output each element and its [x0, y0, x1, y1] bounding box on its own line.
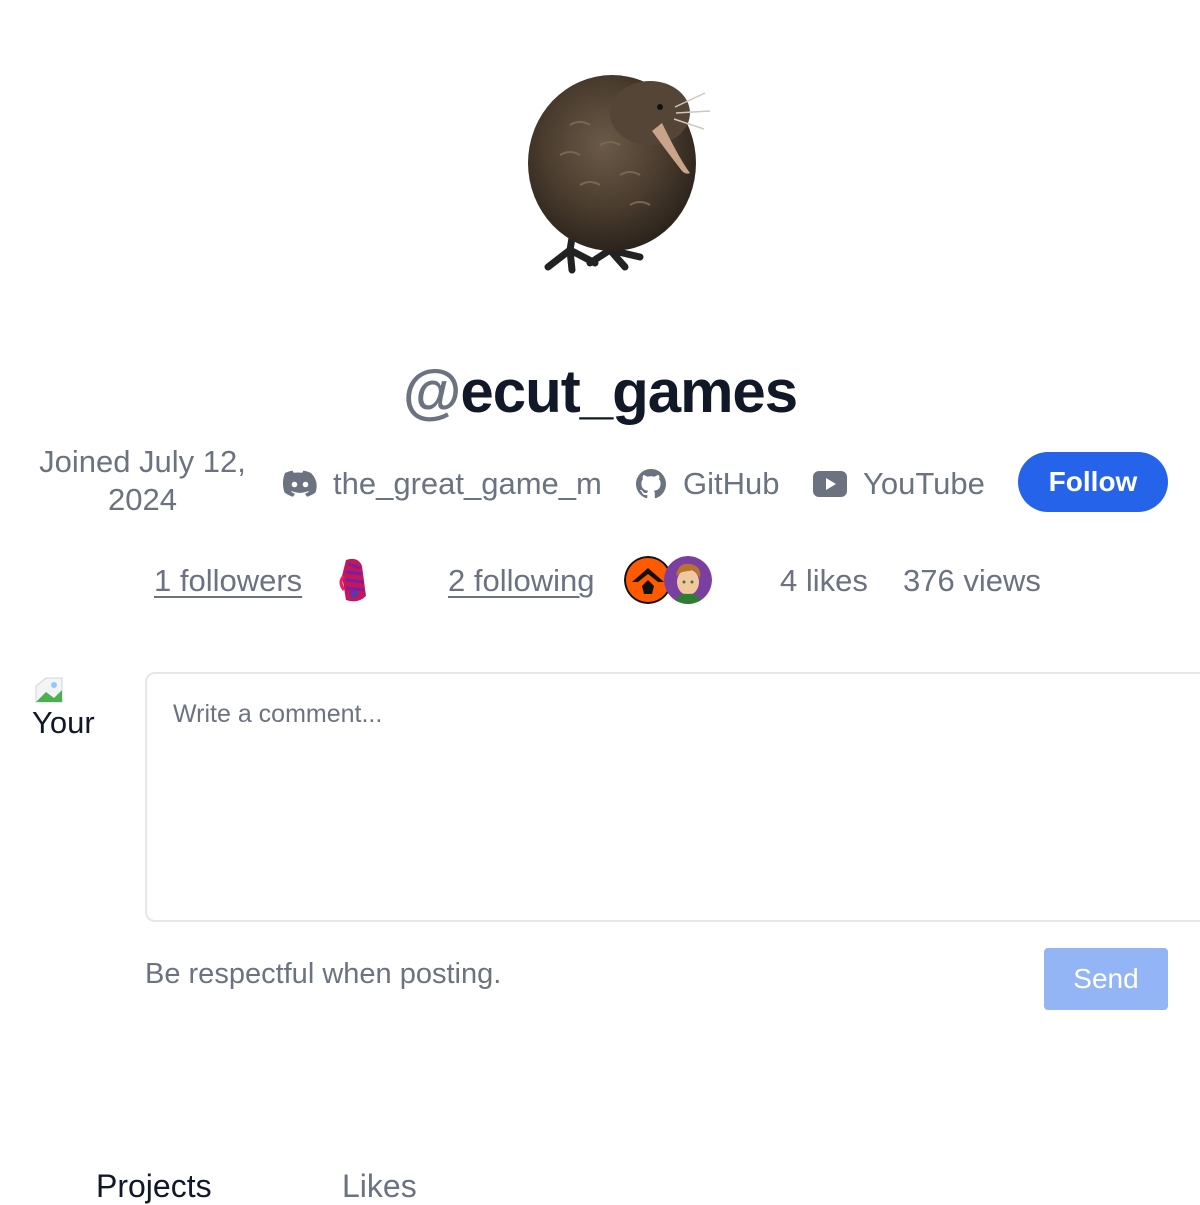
discord-link[interactable]: the_great_game_m: [283, 462, 602, 506]
following-link[interactable]: 2 following: [448, 560, 594, 602]
username-handle: ecut_games: [460, 358, 798, 425]
discord-username: the_great_game_m: [333, 466, 602, 501]
youtube-link[interactable]: YouTube: [813, 462, 985, 506]
follower-avatar[interactable]: [332, 556, 376, 604]
likes-count: 4 likes: [780, 563, 868, 598]
at-symbol: @: [402, 358, 462, 425]
github-icon: [636, 469, 666, 499]
profile-avatar: [500, 45, 730, 290]
following-avatar-2-icon: [664, 556, 712, 604]
views-count: 376 views: [903, 563, 1041, 598]
posting-hint: Be respectful when posting.: [145, 958, 502, 990]
youtube-icon: [813, 471, 847, 497]
discord-icon: [283, 470, 317, 497]
comment-box: [145, 672, 1200, 922]
follower-avatar-icon: [339, 558, 366, 602]
follow-button[interactable]: Follow: [1018, 452, 1168, 512]
kiwi-bird-avatar-icon: [528, 75, 711, 274]
followers-link[interactable]: 1 followers: [154, 560, 302, 602]
comment-input[interactable]: [171, 698, 1175, 902]
page-title: @ecut_games: [0, 357, 1200, 426]
send-button[interactable]: Send: [1044, 948, 1168, 1010]
current-user-avatar-alt: Your: [32, 705, 95, 740]
tab-likes[interactable]: Likes: [342, 1168, 417, 1205]
following-avatar-2[interactable]: [664, 556, 712, 604]
broken-image-icon: [35, 677, 63, 703]
youtube-label: YouTube: [863, 466, 985, 501]
github-link[interactable]: GitHub: [635, 462, 779, 506]
joined-date: Joined July 12, 2024: [39, 444, 246, 517]
tab-projects[interactable]: Projects: [96, 1168, 212, 1205]
github-label: GitHub: [683, 466, 780, 501]
